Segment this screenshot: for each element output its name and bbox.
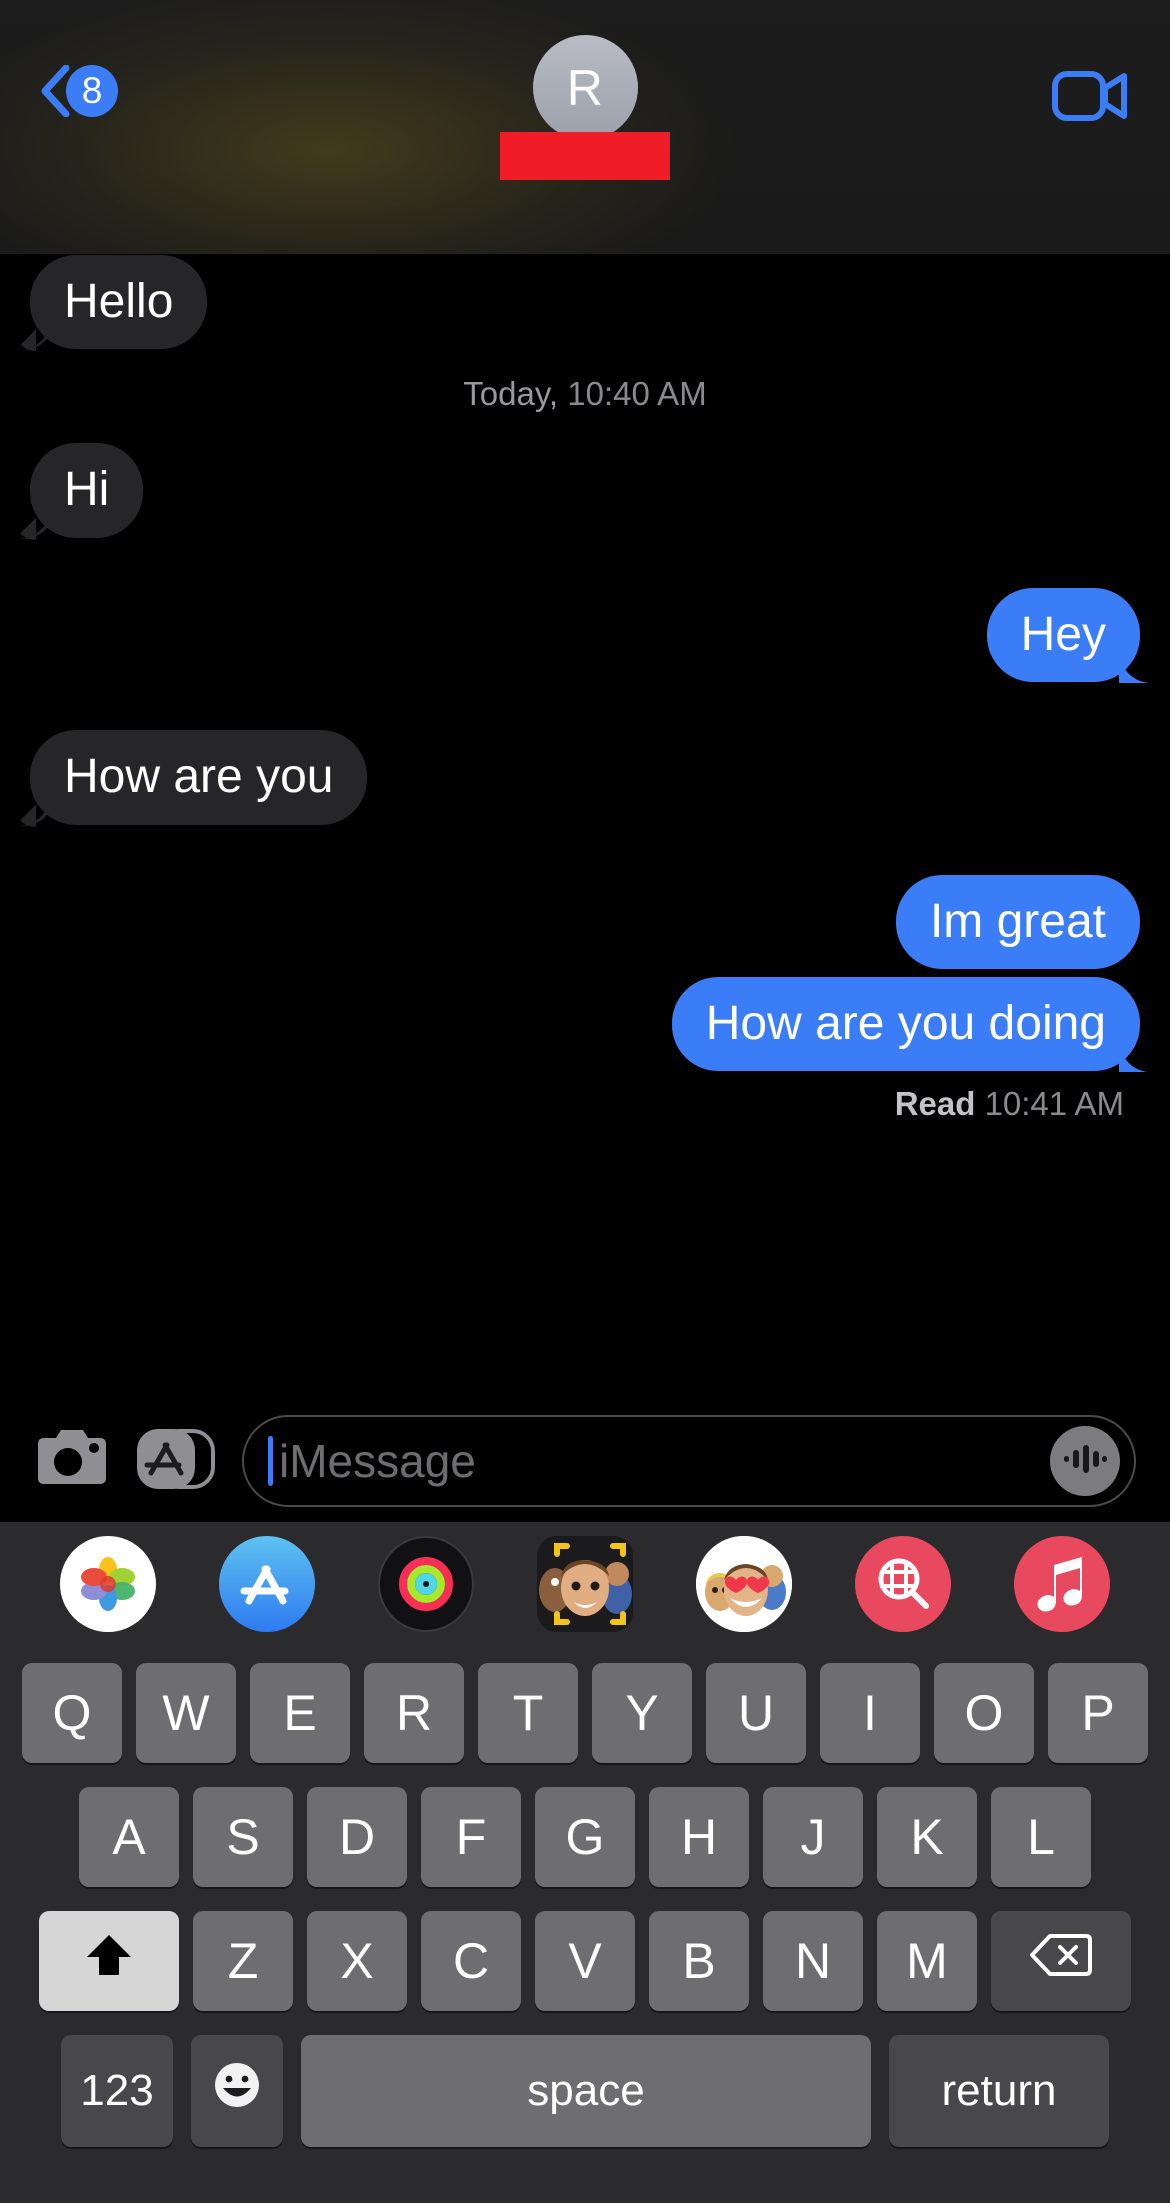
apple-music-app-icon[interactable]: [1014, 1535, 1111, 1632]
app-store-app-icon[interactable]: [218, 1535, 315, 1632]
contact-header[interactable]: R: [500, 35, 670, 180]
day-divider-day: Today,: [463, 375, 559, 413]
key-g[interactable]: G: [535, 1787, 635, 1887]
key-l[interactable]: L: [991, 1787, 1091, 1887]
camera-icon: [34, 1428, 110, 1495]
app-store-icon: [133, 1423, 219, 1500]
key-o[interactable]: O: [934, 1663, 1034, 1763]
key-s[interactable]: S: [193, 1787, 293, 1887]
key-y[interactable]: Y: [592, 1663, 692, 1763]
text-caret: [268, 1436, 273, 1486]
audio-waveform-icon: [1062, 1442, 1108, 1481]
key-i[interactable]: I: [820, 1663, 920, 1763]
on-screen-keyboard: Q W E R T Y U I O P A S D F G H J K L Z …: [0, 1645, 1170, 2203]
key-b[interactable]: B: [649, 1911, 749, 2011]
message-input-bar: iMessage: [0, 1400, 1170, 1522]
conversation-thread[interactable]: Hello Today, 10:40 AM Hi Hey How are you…: [0, 255, 1170, 1400]
avatar: R: [532, 35, 638, 140]
read-receipt-label: Read: [894, 1085, 976, 1123]
space-key[interactable]: space: [301, 2035, 871, 2147]
message-bubble-outgoing[interactable]: Hey: [986, 587, 1140, 683]
key-n[interactable]: N: [763, 1911, 863, 2011]
key-d[interactable]: D: [307, 1787, 407, 1887]
keyboard-row-4: 123 space return: [0, 2035, 1170, 2147]
back-button[interactable]: 8: [40, 65, 118, 117]
key-x[interactable]: X: [307, 1911, 407, 2011]
key-v[interactable]: V: [535, 1911, 635, 2011]
backspace-icon: [1030, 1932, 1092, 1990]
shift-arrow-icon: [83, 1929, 135, 1993]
fitness-app-icon[interactable]: [377, 1535, 474, 1632]
shift-key[interactable]: [39, 1911, 179, 2011]
message-bubble-outgoing[interactable]: Im great: [895, 874, 1140, 969]
video-camera-icon: [1052, 71, 1130, 128]
message-bubble-incoming[interactable]: Hello: [30, 255, 208, 350]
photos-app-icon[interactable]: [59, 1535, 156, 1632]
imessage-app-drawer: [0, 1522, 1170, 1645]
memoji-app-icon[interactable]: [536, 1535, 633, 1632]
return-key[interactable]: return: [889, 2035, 1109, 2147]
key-z[interactable]: Z: [193, 1911, 293, 2011]
memoji-stickers-app-icon[interactable]: [696, 1535, 793, 1632]
camera-button[interactable]: [34, 1423, 110, 1499]
key-h[interactable]: H: [649, 1787, 749, 1887]
key-k[interactable]: K: [877, 1787, 977, 1887]
key-e[interactable]: E: [250, 1663, 350, 1763]
unread-count-badge: 8: [66, 65, 118, 117]
messages-app-screen: 8 R Hello Today, 10:40 AM Hi Hey How are…: [0, 0, 1170, 2203]
day-divider: Today, 10:40 AM: [30, 375, 1140, 413]
key-j[interactable]: J: [763, 1787, 863, 1887]
imessage-placeholder: iMessage: [279, 1435, 476, 1487]
key-a[interactable]: A: [79, 1787, 179, 1887]
message-bubble-outgoing[interactable]: How are you doing: [671, 976, 1140, 1072]
keyboard-row-1: Q W E R T Y U I O P: [0, 1663, 1170, 1763]
key-f[interactable]: F: [421, 1787, 521, 1887]
key-q[interactable]: Q: [22, 1663, 122, 1763]
numeric-key[interactable]: 123: [61, 2035, 173, 2147]
message-row: How are you doing: [30, 976, 1140, 1072]
audio-message-button[interactable]: [1050, 1426, 1120, 1496]
message-bubble-incoming[interactable]: Hi: [30, 443, 144, 538]
key-p[interactable]: P: [1048, 1663, 1148, 1763]
keyboard-row-3: Z X C V B N M: [0, 1911, 1170, 2011]
key-t[interactable]: T: [478, 1663, 578, 1763]
navigation-bar: 8 R: [0, 0, 1170, 255]
facetime-video-button[interactable]: [1052, 68, 1130, 129]
imessage-input-field[interactable]: iMessage: [242, 1415, 1136, 1507]
message-row: How are you: [30, 730, 1140, 825]
message-row: Hello: [30, 255, 1140, 350]
key-u[interactable]: U: [706, 1663, 806, 1763]
read-receipt: Read 10:41 AM: [30, 1085, 1140, 1123]
contact-name-redaction: [500, 132, 670, 180]
images-search-app-icon[interactable]: [855, 1535, 952, 1632]
day-divider-time: 10:40 AM: [567, 375, 707, 413]
delete-key[interactable]: [991, 1911, 1131, 2011]
message-row: Hi: [30, 443, 1140, 538]
chevron-left-icon: [40, 65, 70, 117]
key-c[interactable]: C: [421, 1911, 521, 2011]
keyboard-row-2: A S D F G H J K L: [0, 1787, 1170, 1887]
message-row: Hey: [30, 587, 1140, 683]
key-r[interactable]: R: [364, 1663, 464, 1763]
emoji-smiley-icon: [211, 2059, 263, 2123]
key-w[interactable]: W: [136, 1663, 236, 1763]
app-store-button[interactable]: [137, 1423, 215, 1499]
message-row: Im great: [30, 874, 1140, 969]
emoji-key[interactable]: [191, 2035, 283, 2147]
message-bubble-incoming[interactable]: How are you: [30, 730, 368, 825]
key-m[interactable]: M: [877, 1911, 977, 2011]
read-receipt-time: 10:41 AM: [984, 1085, 1124, 1123]
